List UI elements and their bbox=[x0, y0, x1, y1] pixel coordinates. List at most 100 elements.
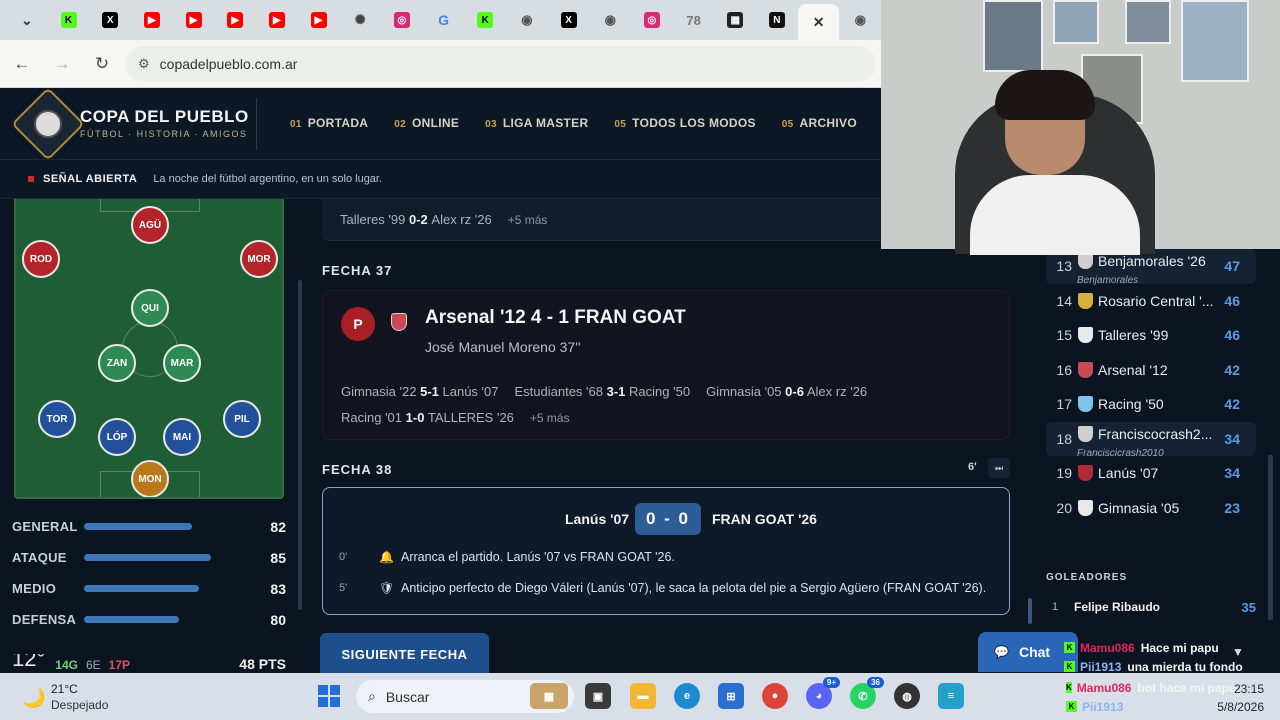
browser-tab[interactable]: G bbox=[423, 4, 465, 36]
logo-ball-icon bbox=[34, 110, 62, 138]
standings-row[interactable]: 19 Lanús '07 34 bbox=[1046, 456, 1256, 491]
brand-title[interactable]: COPA DEL PUEBLO bbox=[80, 107, 249, 127]
browser-tab[interactable]: ▶ bbox=[298, 4, 340, 36]
back-icon[interactable]: ← bbox=[4, 46, 40, 82]
reload-icon[interactable]: ↻ bbox=[84, 46, 120, 82]
standings-row[interactable]: 18 Franciscocrash2... Franciscicrash2010 34 bbox=[1046, 421, 1256, 459]
left-scrollbar[interactable] bbox=[298, 280, 302, 610]
team-crest-icon bbox=[1078, 292, 1093, 309]
standings-row[interactable]: 17 Racing '50 42 bbox=[1046, 387, 1256, 422]
player-marker[interactable]: MAR bbox=[163, 344, 201, 382]
player-marker[interactable]: ZAN bbox=[98, 344, 136, 382]
browser-tab[interactable]: ▦ bbox=[714, 4, 756, 36]
player-marker[interactable]: PIL bbox=[223, 400, 261, 438]
chrome-icon[interactable]: ● bbox=[762, 683, 788, 709]
result-away: Lanús '07 bbox=[442, 384, 499, 399]
site-icon: 78 bbox=[686, 12, 701, 28]
browser-tab[interactable]: ◎ bbox=[631, 4, 673, 36]
fecha-37-heading: FECHA 37 bbox=[322, 263, 393, 278]
search-highlight-icon[interactable]: ▦ bbox=[530, 683, 568, 709]
browser-tab[interactable]: ◉ bbox=[839, 4, 881, 36]
url-field[interactable]: ⚙ copadelpueblo.com.ar bbox=[126, 45, 876, 82]
task-view-icon[interactable]: ▣ bbox=[585, 683, 611, 709]
nav-item-label: ONLINE bbox=[412, 116, 460, 130]
windows-start-icon[interactable] bbox=[318, 685, 340, 707]
kick-badge-icon: K bbox=[1066, 682, 1072, 693]
browser-tab[interactable]: X bbox=[548, 4, 590, 36]
browser-tab[interactable]: ◉ bbox=[589, 4, 631, 36]
more-results-link[interactable]: +5 más bbox=[508, 213, 548, 227]
nav-item[interactable]: 03 LIGA MASTER bbox=[485, 116, 588, 130]
player-marker[interactable]: QUI bbox=[131, 289, 169, 327]
player-marker[interactable]: LÓP bbox=[98, 418, 136, 456]
away-team: FRAN GOAT '26 bbox=[712, 511, 817, 527]
more-results-link[interactable]: +5 más bbox=[530, 411, 570, 425]
weather-temp[interactable]: 21°C bbox=[51, 682, 78, 696]
team-name: Arsenal '12 bbox=[1098, 361, 1168, 378]
standings-row[interactable]: 16 Arsenal '12 42 bbox=[1046, 353, 1256, 388]
browser-tab[interactable]: K bbox=[48, 4, 90, 36]
player-marker[interactable]: TOR bbox=[38, 400, 76, 438]
browser-tab[interactable]: ▶ bbox=[214, 4, 256, 36]
result-score: 0-6 bbox=[785, 384, 804, 399]
notepad-icon[interactable]: ≡ bbox=[938, 683, 964, 709]
browser-tab[interactable]: ◎ bbox=[381, 4, 423, 36]
store-icon[interactable]: ⊞ bbox=[718, 683, 744, 709]
browser-tab[interactable]: 78 bbox=[673, 4, 715, 36]
stat-label: DEFENSA bbox=[12, 612, 77, 627]
player-marker[interactable]: MON bbox=[131, 460, 169, 497]
chat-message: K Pii1913 bbox=[1066, 697, 1206, 716]
weather-moon-icon[interactable]: 🌙 bbox=[22, 686, 46, 710]
standings-row[interactable]: 14 Rosario Central '... 46 bbox=[1046, 284, 1256, 319]
standings-row[interactable]: 20 Gimnasia '05 23 bbox=[1046, 491, 1256, 526]
nav-item[interactable]: 05 ARCHIVO bbox=[782, 116, 857, 130]
right-scrollbar[interactable] bbox=[1268, 455, 1273, 620]
nav-item-number: 05 bbox=[781, 119, 794, 130]
player-marker[interactable]: MOR bbox=[240, 240, 278, 278]
nav-item[interactable]: 05 TODOS LOS MODOS bbox=[614, 116, 755, 130]
goleadores-heading: GOLEADORES bbox=[1046, 572, 1128, 583]
site-settings-icon[interactable]: ⚙ bbox=[138, 56, 150, 72]
skip-forward-icon[interactable]: ⏭ bbox=[988, 458, 1010, 478]
stat-bar-fill bbox=[84, 554, 211, 561]
browser-tab[interactable]: ⌄ bbox=[6, 4, 48, 36]
team-points: 47 bbox=[1224, 258, 1240, 275]
browser-tab[interactable]: K bbox=[464, 4, 506, 36]
next-matchday-button[interactable]: SIGUIENTE FECHA bbox=[320, 633, 489, 675]
stat-value: 83 bbox=[270, 580, 286, 597]
chevron-down-icon[interactable]: ▼ bbox=[1232, 645, 1244, 659]
chat-bubble-icon: 💬 bbox=[994, 645, 1009, 659]
chat-button[interactable]: 💬 Chat bbox=[978, 632, 1078, 672]
browser-tab[interactable]: ▶ bbox=[173, 4, 215, 36]
nav-item[interactable]: 01 PORTADA bbox=[290, 116, 368, 130]
nav-item[interactable]: 02 ONLINE bbox=[394, 116, 459, 130]
team-points: 42 bbox=[1224, 361, 1240, 378]
browser-tab[interactable]: ✕ bbox=[797, 4, 840, 40]
standings-row[interactable]: 15 Talleres '99 46 bbox=[1046, 318, 1256, 353]
discord-icon[interactable]: ◕ 9+ bbox=[806, 677, 840, 709]
browser-tab[interactable]: ✺ bbox=[339, 4, 381, 36]
whatsapp-icon[interactable]: ✆ 36 bbox=[850, 677, 884, 709]
obs-icon[interactable]: ◍ bbox=[894, 683, 920, 709]
forward-icon[interactable]: → bbox=[44, 46, 80, 82]
browser-tab[interactable]: ▶ bbox=[131, 4, 173, 36]
team-points: 42 bbox=[1224, 396, 1240, 413]
center-scrollbar[interactable] bbox=[1028, 598, 1032, 624]
youtube-icon: ▶ bbox=[310, 12, 327, 28]
player-marker[interactable]: MAI bbox=[163, 418, 201, 456]
team-name: Lanús '07 bbox=[1098, 465, 1159, 482]
edge-icon[interactable]: e bbox=[674, 683, 700, 709]
chat-button-label: Chat bbox=[1018, 644, 1051, 660]
ticker-label: SEÑAL ABIERTA bbox=[43, 173, 138, 185]
browser-tab[interactable]: ▶ bbox=[256, 4, 298, 36]
file-explorer-icon[interactable]: ▬ bbox=[630, 683, 656, 709]
browser-tab[interactable]: ◉ bbox=[506, 4, 548, 36]
player-marker[interactable]: AGÜ bbox=[131, 206, 169, 244]
scorer-goals: 35 bbox=[1241, 599, 1256, 615]
browser-tab[interactable]: N bbox=[756, 4, 798, 36]
weather-desc[interactable]: Despejado bbox=[51, 698, 108, 712]
browser-tab[interactable]: X bbox=[89, 4, 131, 36]
result-away: TALLERES '26 bbox=[427, 410, 514, 425]
taskbar-clock[interactable]: 23:15 5/8/2026 bbox=[1204, 680, 1264, 716]
player-marker[interactable]: ROD bbox=[22, 240, 60, 278]
